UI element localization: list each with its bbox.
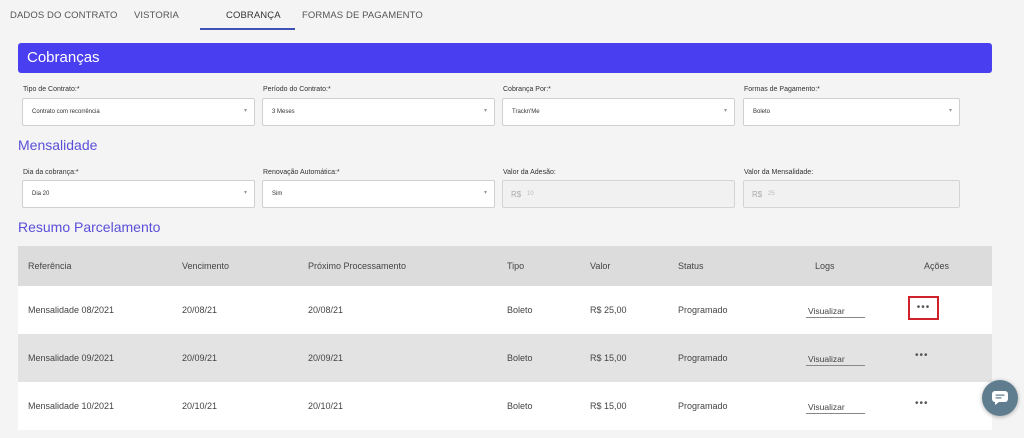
tipo-contrato-label: Tipo de Contrato:* bbox=[23, 86, 80, 93]
chevron-down-icon: ▾ bbox=[723, 108, 727, 114]
dia-cobranca-value: Dia 20 bbox=[32, 191, 50, 197]
column-header: Valor bbox=[590, 261, 611, 271]
vencimento-cell: 20/09/21 bbox=[182, 353, 218, 363]
tipo-cell: Boleto bbox=[507, 401, 533, 411]
table-row: Mensalidade 10/2021 20/10/21 20/10/21 Bo… bbox=[18, 382, 992, 430]
valor-mensalidade-input: R$ 25 bbox=[743, 180, 960, 208]
currency-prefix: R$ bbox=[752, 190, 763, 199]
logs-visualizar-link[interactable]: Visualizar bbox=[806, 402, 865, 414]
renovacao-automatica-select[interactable]: Sim ▾ bbox=[262, 180, 495, 208]
vencimento-cell: 20/08/21 bbox=[182, 305, 218, 315]
tipo-cell: Boleto bbox=[507, 305, 533, 315]
tab-bar: DADOS DO CONTRATO VISTORIA COBRANÇA FORM… bbox=[0, 0, 1024, 30]
periodo-contrato-value: 3 Meses bbox=[272, 109, 295, 115]
column-header: Referência bbox=[28, 261, 72, 271]
status-cell: Programado bbox=[678, 305, 728, 315]
tipo-contrato-value: Contrato com recorrência bbox=[32, 109, 100, 115]
chat-icon bbox=[992, 391, 1008, 405]
status-cell: Programado bbox=[678, 353, 728, 363]
renovacao-automatica-value: Sim bbox=[272, 191, 283, 197]
formas-pagamento-select[interactable]: Boleto ▾ bbox=[743, 98, 960, 126]
active-tab-indicator bbox=[200, 28, 295, 30]
status-cell: Programado bbox=[678, 401, 728, 411]
tab-dados-do-contrato[interactable]: DADOS DO CONTRATO bbox=[10, 10, 117, 21]
formas-pagamento-value: Boleto bbox=[753, 109, 771, 115]
periodo-contrato-select[interactable]: 3 Meses ▾ bbox=[262, 98, 495, 126]
dia-cobranca-label: Dia da cobrança:* bbox=[23, 169, 79, 176]
column-header: Próximo Processamento bbox=[308, 261, 407, 271]
chevron-down-icon: ▾ bbox=[243, 190, 247, 196]
column-header: Status bbox=[678, 261, 704, 271]
referencia-cell: Mensalidade 10/2021 bbox=[28, 401, 115, 411]
table-row: Mensalidade 09/2021 20/09/21 20/09/21 Bo… bbox=[18, 334, 992, 382]
cobrancas-header: Cobranças bbox=[18, 43, 992, 73]
chevron-down-icon: ▾ bbox=[243, 108, 247, 114]
renovacao-automatica-label: Renovação Automática:* bbox=[263, 169, 340, 176]
proximo-processamento-cell: 20/08/21 bbox=[308, 305, 344, 315]
table-header: Referência Vencimento Próximo Processame… bbox=[18, 246, 992, 286]
valor-adesao-value: 10 bbox=[527, 191, 534, 197]
chevron-down-icon: ▾ bbox=[483, 108, 487, 114]
tipo-contrato-select[interactable]: Contrato com recorrência ▾ bbox=[22, 98, 255, 126]
more-actions-icon[interactable]: ••• bbox=[915, 398, 929, 410]
cobranca-por-value: Trackn'Me bbox=[512, 109, 540, 115]
periodo-contrato-label: Período do Contrato:* bbox=[263, 86, 331, 93]
valor-adesao-input: R$ 10 bbox=[502, 180, 735, 208]
dia-cobranca-select[interactable]: Dia 20 ▾ bbox=[22, 180, 255, 208]
more-actions-icon[interactable]: ••• bbox=[908, 296, 939, 320]
resumo-parcelamento-title: Resumo Parcelamento bbox=[18, 219, 161, 235]
valor-cell: R$ 25,00 bbox=[590, 305, 627, 315]
tab-formas-de-pagamento[interactable]: FORMAS DE PAGAMENTO bbox=[302, 10, 423, 21]
proximo-processamento-cell: 20/10/21 bbox=[308, 401, 344, 411]
tab-cobranca[interactable]: COBRANÇA bbox=[226, 10, 281, 21]
tipo-cell: Boleto bbox=[507, 353, 533, 363]
valor-adesao-label: Valor da Adesão: bbox=[503, 169, 556, 176]
tab-vistoria[interactable]: VISTORIA bbox=[134, 10, 179, 21]
table-row: Mensalidade 08/2021 20/08/21 20/08/21 Bo… bbox=[18, 286, 992, 334]
vencimento-cell: 20/10/21 bbox=[182, 401, 218, 411]
referencia-cell: Mensalidade 08/2021 bbox=[28, 305, 115, 315]
valor-mensalidade-value: 25 bbox=[768, 191, 775, 197]
column-header: Ações bbox=[924, 261, 950, 271]
valor-cell: R$ 15,00 bbox=[590, 353, 627, 363]
valor-cell: R$ 15,00 bbox=[590, 401, 627, 411]
logs-visualizar-link[interactable]: Visualizar bbox=[806, 354, 865, 366]
column-header: Tipo bbox=[507, 261, 525, 271]
column-header: Vencimento bbox=[182, 261, 230, 271]
proximo-processamento-cell: 20/09/21 bbox=[308, 353, 344, 363]
column-header: Logs bbox=[815, 261, 835, 271]
referencia-cell: Mensalidade 09/2021 bbox=[28, 353, 115, 363]
chevron-down-icon: ▾ bbox=[948, 108, 952, 114]
cobranca-por-label: Cobrança Por:* bbox=[503, 86, 551, 93]
cobranca-por-select[interactable]: Trackn'Me ▾ bbox=[502, 98, 735, 126]
valor-mensalidade-label: Valor da Mensalidade: bbox=[744, 169, 814, 176]
chat-button[interactable] bbox=[982, 380, 1018, 416]
chevron-down-icon: ▾ bbox=[483, 190, 487, 196]
currency-prefix: R$ bbox=[511, 190, 522, 199]
more-actions-icon[interactable]: ••• bbox=[915, 350, 929, 362]
formas-pagamento-label: Formas de Pagamento:* bbox=[744, 86, 820, 93]
cobrancas-title: Cobranças bbox=[27, 49, 100, 66]
logs-visualizar-link[interactable]: Visualizar bbox=[806, 306, 865, 318]
mensalidade-title: Mensalidade bbox=[18, 137, 98, 153]
